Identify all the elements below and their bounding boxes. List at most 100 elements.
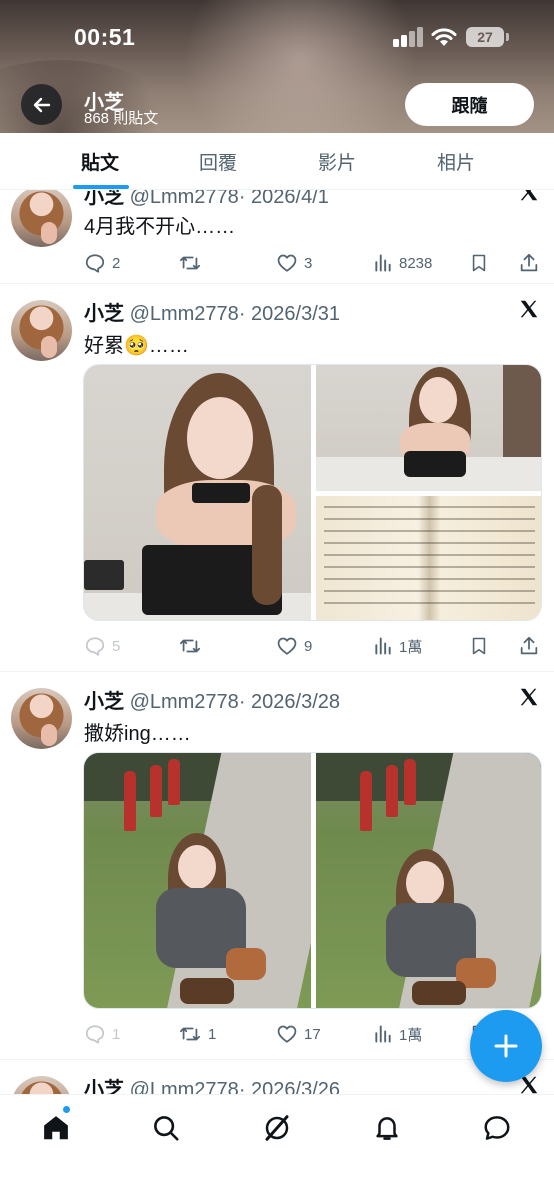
- like-count: 17: [304, 1025, 321, 1043]
- author-handle[interactable]: @Lmm2778: [130, 303, 239, 325]
- tab-posts[interactable]: 貼文: [40, 133, 160, 189]
- x-logo-icon: [520, 190, 538, 201]
- views-icon: [375, 637, 391, 655]
- author-handle[interactable]: @Lmm2778: [130, 1079, 239, 1094]
- views-icon: [375, 254, 391, 272]
- tweet-header: 小芝 @Lmm2778· 2026/4/1: [84, 190, 329, 209]
- like-button[interactable]: 9: [276, 633, 312, 659]
- retweet-icon: [179, 639, 201, 653]
- tab-photos[interactable]: 相片: [396, 133, 516, 189]
- view-count: 1萬: [399, 638, 423, 656]
- share-icon: [520, 636, 538, 655]
- battery-indicator: 27: [466, 27, 509, 47]
- tweet[interactable]: 小芝 @Lmm2778· 2026/3/26: [0, 1060, 554, 1094]
- x-logo-icon: [520, 300, 538, 318]
- reply-icon: [85, 254, 105, 273]
- reply-count: 5: [112, 637, 121, 655]
- like-icon: [277, 637, 297, 655]
- reply-button[interactable]: 5: [84, 633, 120, 659]
- tweet[interactable]: 小芝 @Lmm2778· 2026/3/31 好累🥺…… 5 9 1萬: [0, 284, 554, 672]
- tweet-date[interactable]: · 2026/3/31: [239, 303, 340, 325]
- retweet-count: 1: [208, 1025, 217, 1043]
- tweet-header: 小芝 @Lmm2778· 2026/3/28: [84, 685, 340, 714]
- author-name: 小芝: [84, 691, 124, 713]
- tweet-actions: 2 3 8238: [84, 250, 544, 276]
- follow-button[interactable]: 跟隨: [405, 83, 534, 126]
- photo-girl-looking-away[interactable]: [316, 365, 541, 491]
- tweet-date[interactable]: · 2026/3/28: [239, 691, 340, 713]
- author-handle[interactable]: @Lmm2778: [130, 691, 239, 713]
- tweet-text: 好累🥺……: [84, 335, 189, 357]
- bookmark-button[interactable]: [469, 250, 489, 276]
- photo-girl-portrait[interactable]: [84, 365, 311, 620]
- reply-icon: [85, 637, 105, 656]
- tweet-feed[interactable]: 小芝 @Lmm2778· 2026/4/1 4月我不开心…… 2 3 8238: [0, 190, 554, 1094]
- nav-home[interactable]: [39, 1111, 73, 1145]
- active-tab-indicator: [73, 185, 129, 189]
- views-button[interactable]: 1萬: [373, 1021, 422, 1047]
- home-notification-dot: [62, 1105, 71, 1114]
- retweet-icon: [179, 256, 201, 270]
- nav-search[interactable]: [149, 1111, 183, 1145]
- retweet-button[interactable]: 1: [178, 1021, 216, 1047]
- tweet[interactable]: 小芝 @Lmm2778· 2026/3/28 撒娇ing…… 1 1 17 1萬: [0, 672, 554, 1060]
- nav-grok[interactable]: [260, 1111, 294, 1145]
- back-button[interactable]: [21, 84, 62, 125]
- tweet-text: 4月我不开心……: [84, 216, 236, 238]
- reply-icon: [85, 1025, 105, 1044]
- tab-replies[interactable]: 回覆: [158, 133, 278, 189]
- tweet-date[interactable]: · 2026/3/26: [239, 1079, 340, 1094]
- nav-messages[interactable]: [480, 1111, 514, 1145]
- view-count: 1萬: [399, 1026, 423, 1044]
- x-logo-icon: [520, 688, 538, 706]
- tweet-header: 小芝 @Lmm2778· 2026/3/31: [84, 297, 340, 326]
- like-count: 9: [304, 637, 313, 655]
- like-icon: [277, 1025, 297, 1043]
- share-button[interactable]: [518, 250, 540, 276]
- profile-header-banner: 00:51 27 小芝 868 則貼文 跟隨: [0, 0, 554, 133]
- retweet-button[interactable]: [178, 633, 202, 659]
- views-button[interactable]: 8238: [373, 250, 432, 276]
- like-button[interactable]: 3: [276, 250, 312, 276]
- tab-videos[interactable]: 影片: [277, 133, 397, 189]
- grok-icon: [265, 1115, 289, 1141]
- reply-button[interactable]: 2: [84, 250, 120, 276]
- like-button[interactable]: 17: [276, 1021, 321, 1047]
- tweet[interactable]: 小芝 @Lmm2778· 2026/4/1 4月我不开心…… 2 3 8238: [0, 190, 554, 284]
- retweet-button[interactable]: [178, 250, 202, 276]
- views-icon: [375, 1025, 391, 1043]
- wifi-icon: [431, 28, 457, 46]
- nav-notifications[interactable]: [370, 1111, 404, 1145]
- compose-button[interactable]: [470, 1010, 542, 1082]
- reply-count: 2: [112, 254, 121, 272]
- avatar[interactable]: [11, 1076, 72, 1094]
- author-name: 小芝: [84, 303, 124, 325]
- tweet-media-grid[interactable]: [83, 364, 542, 621]
- bell-icon: [376, 1117, 398, 1140]
- author-handle[interactable]: @Lmm2778: [130, 190, 239, 208]
- like-icon: [277, 254, 297, 272]
- like-count: 3: [304, 254, 313, 272]
- tweet-date[interactable]: · 2026/4/1: [239, 190, 329, 208]
- avatar[interactable]: [11, 688, 72, 749]
- author-name: 小芝: [84, 190, 124, 208]
- status-time: 00:51: [74, 24, 136, 50]
- reply-button[interactable]: 1: [84, 1021, 120, 1047]
- avatar[interactable]: [11, 190, 72, 247]
- share-icon: [520, 253, 538, 272]
- share-button[interactable]: [518, 633, 540, 659]
- tweet-header: 小芝 @Lmm2778· 2026/3/26: [84, 1073, 340, 1094]
- search-icon: [154, 1116, 179, 1141]
- photo-girl-peace-sign[interactable]: [84, 753, 311, 1008]
- bookmark-icon: [472, 637, 486, 655]
- tweet-media-grid[interactable]: [83, 752, 542, 1009]
- photo-girl-squatting[interactable]: [316, 753, 541, 1008]
- bookmark-icon: [472, 254, 486, 272]
- messages-icon: [484, 1116, 510, 1140]
- avatar[interactable]: [11, 300, 72, 361]
- photo-open-book[interactable]: [316, 496, 541, 620]
- bookmark-button[interactable]: [469, 633, 489, 659]
- post-count: 868 則貼文: [84, 110, 159, 127]
- back-arrow-icon: [33, 97, 50, 112]
- views-button[interactable]: 1萬: [373, 633, 422, 659]
